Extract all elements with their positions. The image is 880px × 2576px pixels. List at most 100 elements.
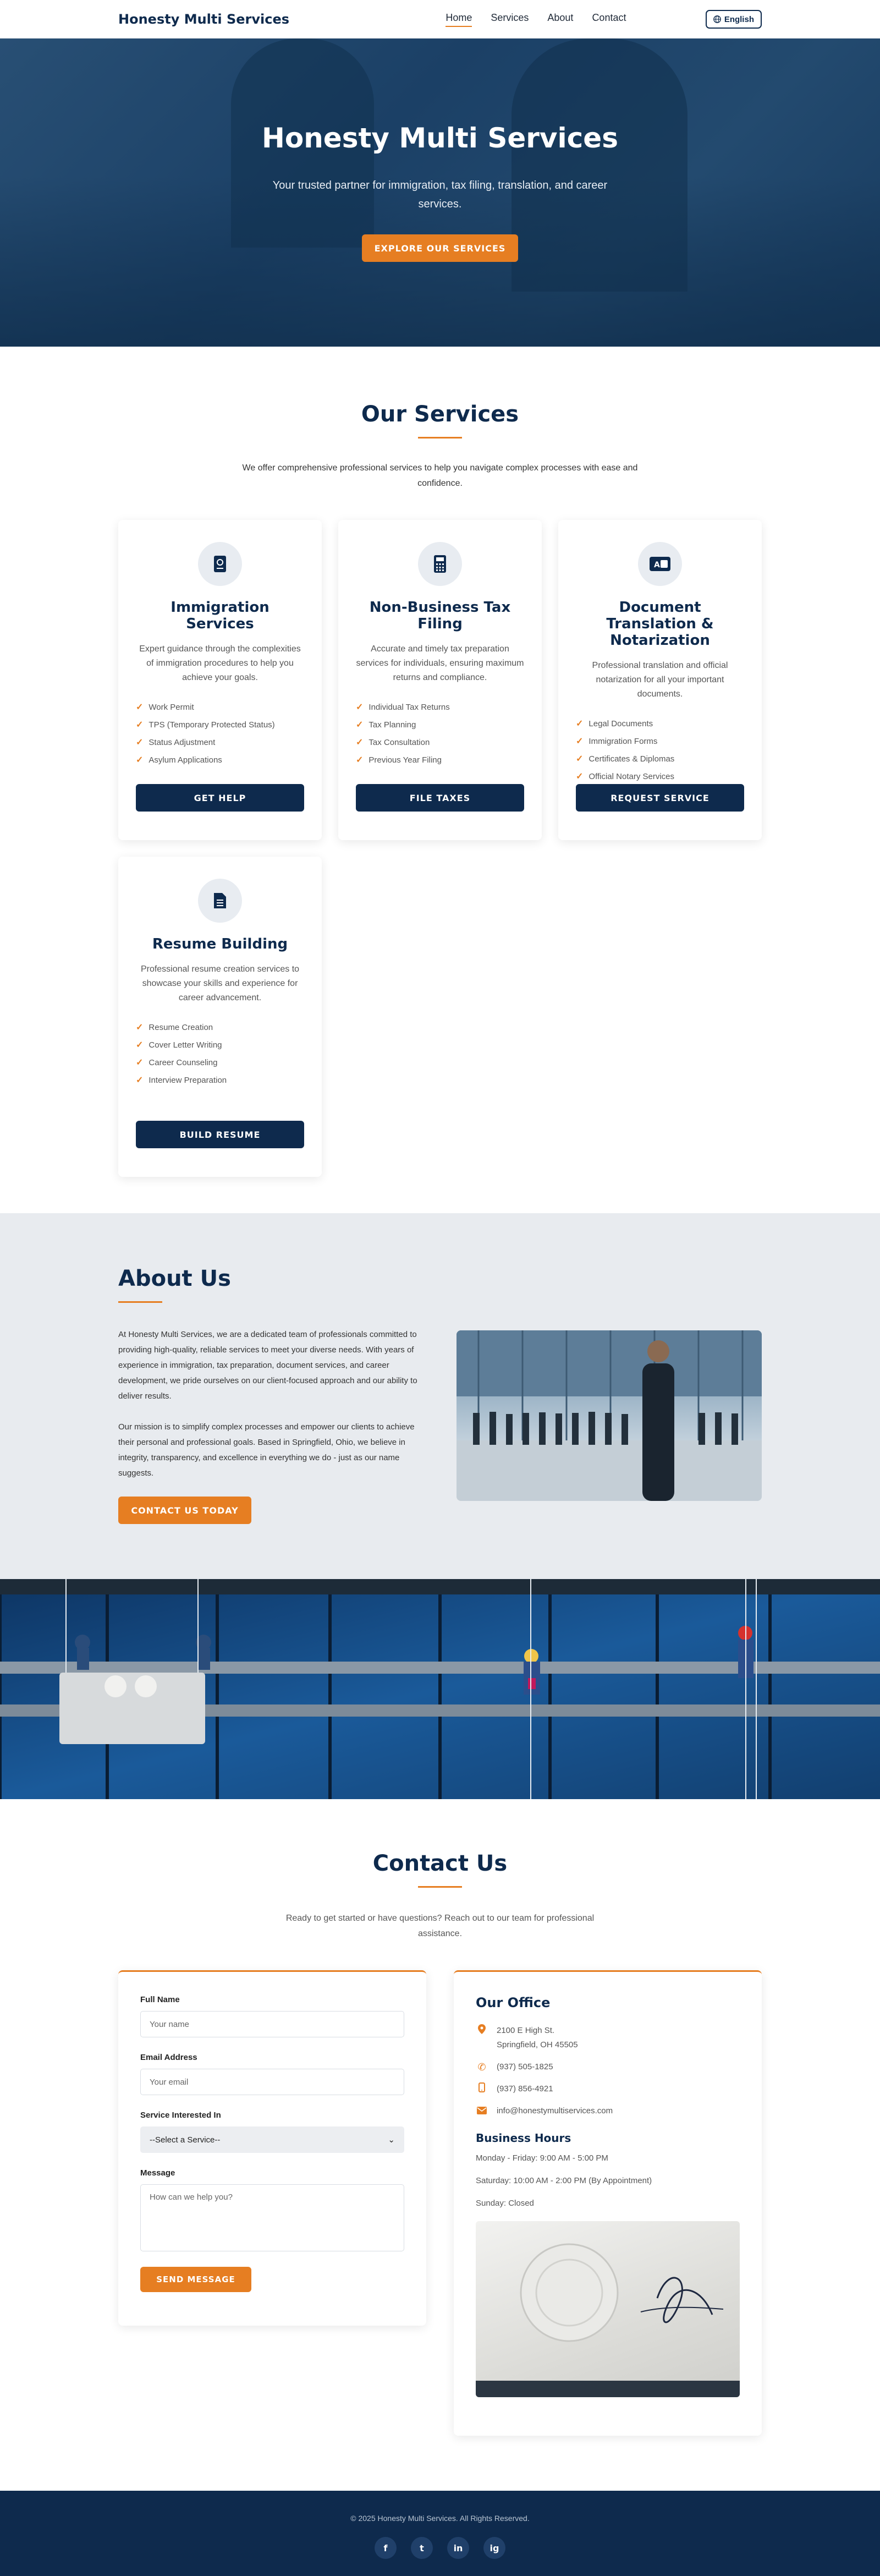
facebook-icon[interactable]: f [375, 2537, 397, 2559]
check-icon: ✓ [136, 755, 144, 765]
language-icon: A [638, 542, 682, 586]
name-input[interactable]: Your name [140, 2011, 404, 2037]
list-item: ✓ Legal Documents [576, 719, 653, 729]
check-icon: ✓ [136, 703, 144, 712]
card-title: Resume Building [152, 936, 288, 952]
office-card: Our Office 2100 E High St. Springfield, O… [454, 1970, 762, 2436]
svg-text:A: A [654, 561, 660, 569]
nav-home[interactable]: Home [446, 12, 472, 27]
title-underline [418, 1886, 462, 1888]
site-footer: © 2025 Honesty Multi Services. All Right… [0, 2491, 880, 2576]
check-icon: ✓ [576, 737, 584, 746]
language-label: English [724, 14, 754, 24]
phone-link[interactable]: (937) 505-1825 [497, 2060, 553, 2074]
hours-line: Saturday: 10:00 AM - 2:00 PM (By Appoint… [476, 2176, 652, 2185]
list-item: ✓ Work Permit [136, 702, 194, 712]
card-title: Immigration Services [170, 599, 270, 632]
calculator-icon [418, 542, 462, 586]
message-label: Message [140, 2168, 175, 2178]
message-textarea[interactable]: How can we help you? [140, 2184, 404, 2251]
list-item: ✓ Resume Creation [136, 1022, 213, 1033]
check-icon: ✓ [136, 1040, 144, 1050]
linkedin-icon[interactable]: in [447, 2537, 469, 2559]
list-item: ✓ Cover Letter Writing [136, 1040, 222, 1050]
contact-form: Full Name Your name Email Address Your e… [118, 1970, 426, 2326]
address-row: 2100 E High St. Springfield, OH 45505 [476, 2024, 740, 2052]
list-item: ✓ Certificates & Diplomas [576, 754, 675, 764]
map-pin-icon [476, 2024, 488, 2052]
check-icon: ✓ [356, 755, 364, 765]
service-card-translation: A Document Translation & Notarization Pr… [558, 520, 762, 840]
file-taxes-button[interactable]: FILE TAXES [356, 784, 524, 812]
title-underline [418, 437, 462, 439]
contact-section: Contact Us Ready to get started or have … [0, 1799, 880, 2491]
check-icon: ✓ [136, 1023, 144, 1032]
brand-logo[interactable]: Honesty Multi Services [118, 12, 289, 27]
card-description: Professional resume creation services to… [140, 964, 300, 1002]
about-paragraph: Our mission is to simplify complex proce… [118, 1422, 415, 1478]
copyright-text: © 2025 Honesty Multi Services. All Right… [350, 2514, 530, 2523]
card-description: Accurate and timely tax preparation serv… [356, 644, 524, 682]
check-icon: ✓ [356, 738, 364, 747]
email-input[interactable]: Your email [140, 2069, 404, 2095]
service-label: Service Interested In [140, 2111, 221, 2120]
address-line: Springfield, OH 45505 [497, 2040, 578, 2049]
list-item: ✓ Individual Tax Returns [356, 702, 450, 712]
globe-icon [713, 15, 721, 23]
name-label: Full Name [140, 1995, 180, 2004]
check-icon: ✓ [576, 754, 584, 764]
services-title: Our Services [361, 402, 519, 427]
request-service-button[interactable]: REQUEST SERVICE [576, 784, 744, 812]
mobile-icon [476, 2082, 488, 2096]
document-icon [198, 879, 242, 923]
hours-line: Monday - Friday: 9:00 AM - 5:00 PM [476, 2153, 608, 2163]
check-icon: ✓ [136, 1076, 144, 1085]
notary-seal-image [476, 2221, 740, 2397]
social-links: f t in ig [0, 2537, 880, 2559]
mobile-link[interactable]: (937) 856-4921 [497, 2082, 553, 2096]
twitter-icon[interactable]: t [411, 2537, 433, 2559]
send-message-button[interactable]: SEND MESSAGE [140, 2267, 251, 2292]
explore-services-button[interactable]: EXPLORE OUR SERVICES [362, 234, 518, 262]
envelope-icon [476, 2104, 488, 2118]
build-resume-button[interactable]: BUILD RESUME [136, 1121, 304, 1148]
get-help-button[interactable]: GET HELP [136, 784, 304, 812]
check-icon: ✓ [576, 719, 584, 728]
hero-section: Honesty Multi Services Your trusted part… [0, 39, 880, 347]
check-icon: ✓ [136, 738, 144, 747]
hours-title: Business Hours [476, 2131, 571, 2145]
list-item: ✓ Tax Consultation [356, 737, 430, 748]
building-banner-image [0, 1579, 880, 1799]
list-item: ✓ Immigration Forms [576, 736, 658, 747]
email-label: Email Address [140, 2053, 197, 2062]
services-section: Our Services We offer comprehensive prof… [0, 347, 880, 1213]
hero-title: Honesty Multi Services [262, 122, 618, 154]
hero-subtitle: Your trusted partner for immigration, ta… [272, 179, 608, 210]
service-card-tax: Non-Business Tax Filing Accurate and tim… [338, 520, 542, 840]
list-item: ✓ TPS (Temporary Protected Status) [136, 720, 275, 730]
email-link[interactable]: info@honestymultiservices.com [497, 2104, 613, 2118]
about-title: About Us [118, 1266, 231, 1291]
phone-row: ✆ (937) 505-1825 [476, 2060, 740, 2074]
passport-icon [198, 542, 242, 586]
contact-us-button[interactable]: CONTACT US TODAY [118, 1497, 251, 1524]
contact-title: Contact Us [372, 1851, 508, 1876]
card-title: Non-Business Tax Filing [369, 599, 511, 632]
list-item: ✓ Status Adjustment [136, 737, 216, 748]
language-button[interactable]: English [705, 10, 762, 29]
list-item: ✓ Interview Preparation [136, 1075, 227, 1086]
nav-services[interactable]: Services [491, 12, 529, 27]
list-item: ✓ Career Counseling [136, 1057, 218, 1068]
check-icon: ✓ [136, 720, 144, 730]
service-select[interactable]: --Select a Service-- ⌄ [140, 2126, 404, 2153]
card-title: Document Translation & Notarization [606, 599, 714, 649]
mobile-row: (937) 856-4921 [476, 2082, 740, 2096]
check-icon: ✓ [356, 720, 364, 730]
instagram-icon[interactable]: ig [483, 2537, 505, 2559]
list-item: ✓ Asylum Applications [136, 755, 222, 765]
nav-contact[interactable]: Contact [592, 12, 626, 27]
check-icon: ✓ [576, 772, 584, 781]
nav-about[interactable]: About [547, 12, 573, 27]
office-title: Our Office [476, 1995, 551, 2010]
address-line: 2100 E High St. [497, 2026, 555, 2035]
